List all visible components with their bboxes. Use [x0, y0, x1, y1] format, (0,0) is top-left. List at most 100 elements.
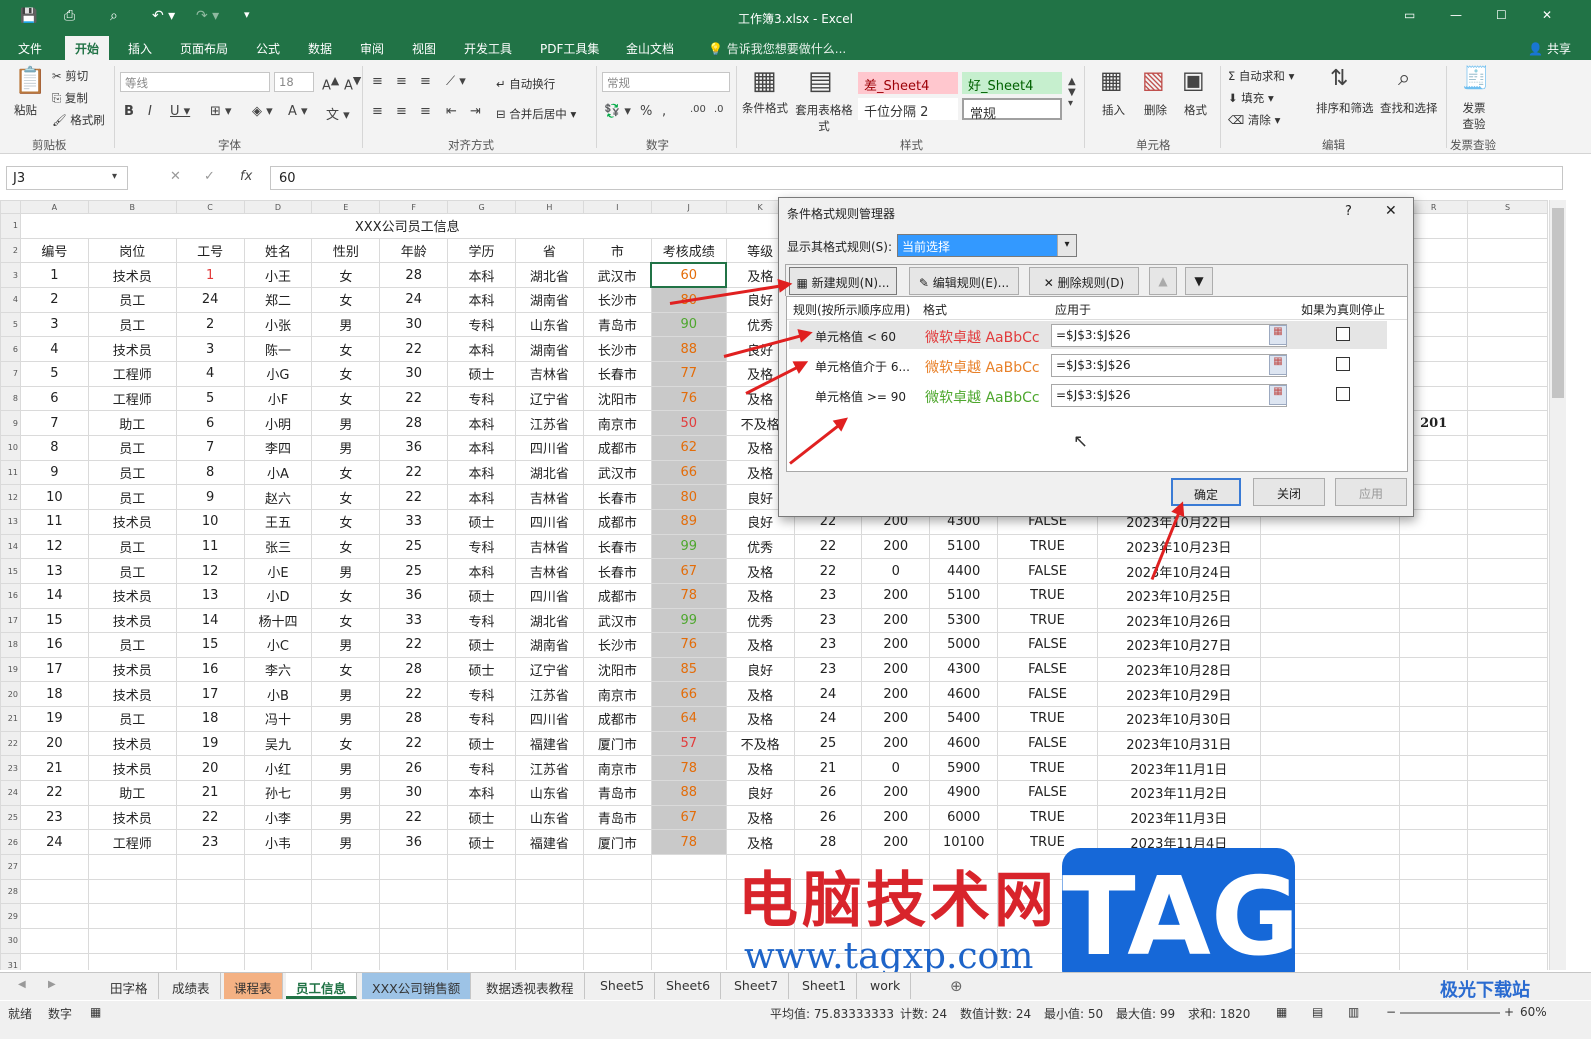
cell[interactable]: 14: [175, 607, 245, 634]
cell[interactable]: 小王: [243, 262, 313, 288]
name-box-dropdown-icon[interactable]: ▾: [112, 171, 117, 182]
cell[interactable]: 及格: [725, 582, 795, 609]
sheet-tab[interactable]: XXX公司销售额: [362, 973, 472, 999]
cell[interactable]: 长沙市: [582, 336, 652, 362]
cell[interactable]: [1467, 558, 1548, 584]
tab-file[interactable]: 文件: [18, 40, 42, 57]
row-header[interactable]: 19: [0, 656, 21, 683]
cell[interactable]: 5: [19, 360, 89, 387]
cell[interactable]: 辽宁省: [514, 656, 584, 683]
score-cell[interactable]: 66: [650, 681, 727, 708]
sheet-tab[interactable]: work: [860, 973, 912, 999]
cell[interactable]: 技术员: [87, 656, 177, 683]
cell[interactable]: 男: [311, 829, 381, 856]
cell[interactable]: 李四: [243, 434, 313, 461]
cell[interactable]: 23: [793, 656, 863, 683]
cell[interactable]: 5400: [929, 706, 999, 732]
cell[interactable]: 2023年10月28日: [1096, 656, 1261, 683]
cell[interactable]: 工程师: [87, 829, 177, 856]
page-break-view-icon[interactable]: ▥: [1348, 1005, 1359, 1019]
cell[interactable]: 长春市: [582, 558, 652, 584]
cell[interactable]: [514, 878, 584, 905]
cell[interactable]: 33: [379, 607, 449, 634]
header-cell[interactable]: 性别: [311, 237, 381, 264]
cell[interactable]: [582, 903, 652, 930]
format-painter-button[interactable]: 🖌 格式刷: [52, 112, 105, 128]
cell[interactable]: [87, 952, 177, 970]
cell[interactable]: 男: [311, 632, 381, 658]
style-thousands[interactable]: 千位分隔 2: [858, 98, 958, 120]
cell[interactable]: 22: [379, 385, 449, 412]
cell[interactable]: 女: [311, 360, 381, 387]
cell[interactable]: 技术员: [87, 336, 177, 362]
cell[interactable]: 200: [861, 582, 931, 609]
cell[interactable]: [1467, 878, 1548, 905]
row-header[interactable]: 5: [0, 311, 21, 338]
score-cell[interactable]: 60: [650, 261, 728, 289]
tab-home[interactable]: 开始: [65, 36, 110, 60]
score-cell[interactable]: 67: [650, 804, 727, 831]
cell[interactable]: [1467, 213, 1548, 239]
tab-pdf-tools[interactable]: PDF工具集: [540, 40, 599, 57]
enter-icon[interactable]: ✓: [204, 169, 215, 184]
cell[interactable]: 专科: [447, 755, 516, 782]
cell[interactable]: 7: [175, 434, 245, 461]
cell[interactable]: 10100: [929, 829, 999, 856]
cell[interactable]: 女: [311, 656, 381, 683]
cell[interactable]: [1467, 410, 1548, 436]
row-header[interactable]: 28: [0, 878, 21, 905]
stop-if-true-checkbox[interactable]: [1336, 387, 1350, 401]
cell[interactable]: [650, 928, 727, 954]
delete-cells-button[interactable]: 删除: [1144, 102, 1167, 118]
cell[interactable]: [1399, 878, 1469, 905]
score-cell[interactable]: 88: [650, 336, 727, 362]
cell[interactable]: 2023年10月31日: [1096, 730, 1261, 757]
cell[interactable]: [1259, 755, 1401, 782]
row-header[interactable]: 2: [0, 237, 21, 264]
align-middle-icon[interactable]: ≡: [396, 74, 407, 89]
cell[interactable]: [1467, 632, 1548, 658]
cell[interactable]: 男: [311, 311, 381, 338]
cell[interactable]: 赵六: [243, 484, 313, 510]
cell[interactable]: [243, 952, 313, 970]
stop-if-true-checkbox[interactable]: [1336, 327, 1350, 341]
cell[interactable]: 辽宁省: [514, 385, 584, 412]
cell[interactable]: 19: [175, 730, 245, 757]
header-cell[interactable]: 考核成绩: [650, 237, 727, 264]
cell[interactable]: 28: [379, 656, 449, 683]
cell[interactable]: 山东省: [514, 780, 584, 806]
cell[interactable]: 5300: [929, 607, 999, 634]
cell[interactable]: 22: [379, 459, 449, 486]
cell[interactable]: 四川省: [514, 582, 584, 609]
cell[interactable]: 女: [311, 459, 381, 486]
cell[interactable]: [1467, 434, 1548, 461]
cell[interactable]: 21: [793, 755, 863, 782]
styles-scroll-icon[interactable]: ▲ ▼ ▾: [1068, 76, 1076, 109]
cell[interactable]: 技术员: [87, 508, 177, 535]
cell[interactable]: 本科: [447, 780, 516, 806]
share-button[interactable]: 👤 共享: [1528, 40, 1571, 57]
cell[interactable]: 女: [311, 582, 381, 609]
zoom-slider[interactable]: [1400, 1012, 1500, 1014]
cell[interactable]: 江苏省: [514, 410, 584, 436]
cell[interactable]: 江苏省: [514, 755, 584, 782]
cell[interactable]: TRUE: [997, 607, 1098, 634]
column-header[interactable]: A: [19, 200, 89, 214]
cell[interactable]: 女: [311, 508, 381, 535]
cell[interactable]: [1399, 730, 1469, 757]
cell[interactable]: [1467, 336, 1548, 362]
cell[interactable]: 男: [311, 755, 381, 782]
cell[interactable]: 硕士: [447, 632, 516, 658]
cell[interactable]: 15: [175, 632, 245, 658]
cell[interactable]: 湖北省: [514, 262, 584, 288]
score-cell[interactable]: 67: [650, 558, 727, 584]
cell[interactable]: 硕士: [447, 829, 516, 856]
cell[interactable]: 陈一: [243, 336, 313, 362]
cell[interactable]: 5900: [929, 755, 999, 782]
bold-icon[interactable]: B: [124, 104, 134, 119]
column-header[interactable]: J: [650, 200, 727, 214]
show-rules-select[interactable]: 当前选择: [897, 234, 1077, 257]
score-cell[interactable]: 77: [650, 360, 727, 387]
cell[interactable]: 四川省: [514, 706, 584, 732]
cell[interactable]: [1399, 681, 1469, 708]
